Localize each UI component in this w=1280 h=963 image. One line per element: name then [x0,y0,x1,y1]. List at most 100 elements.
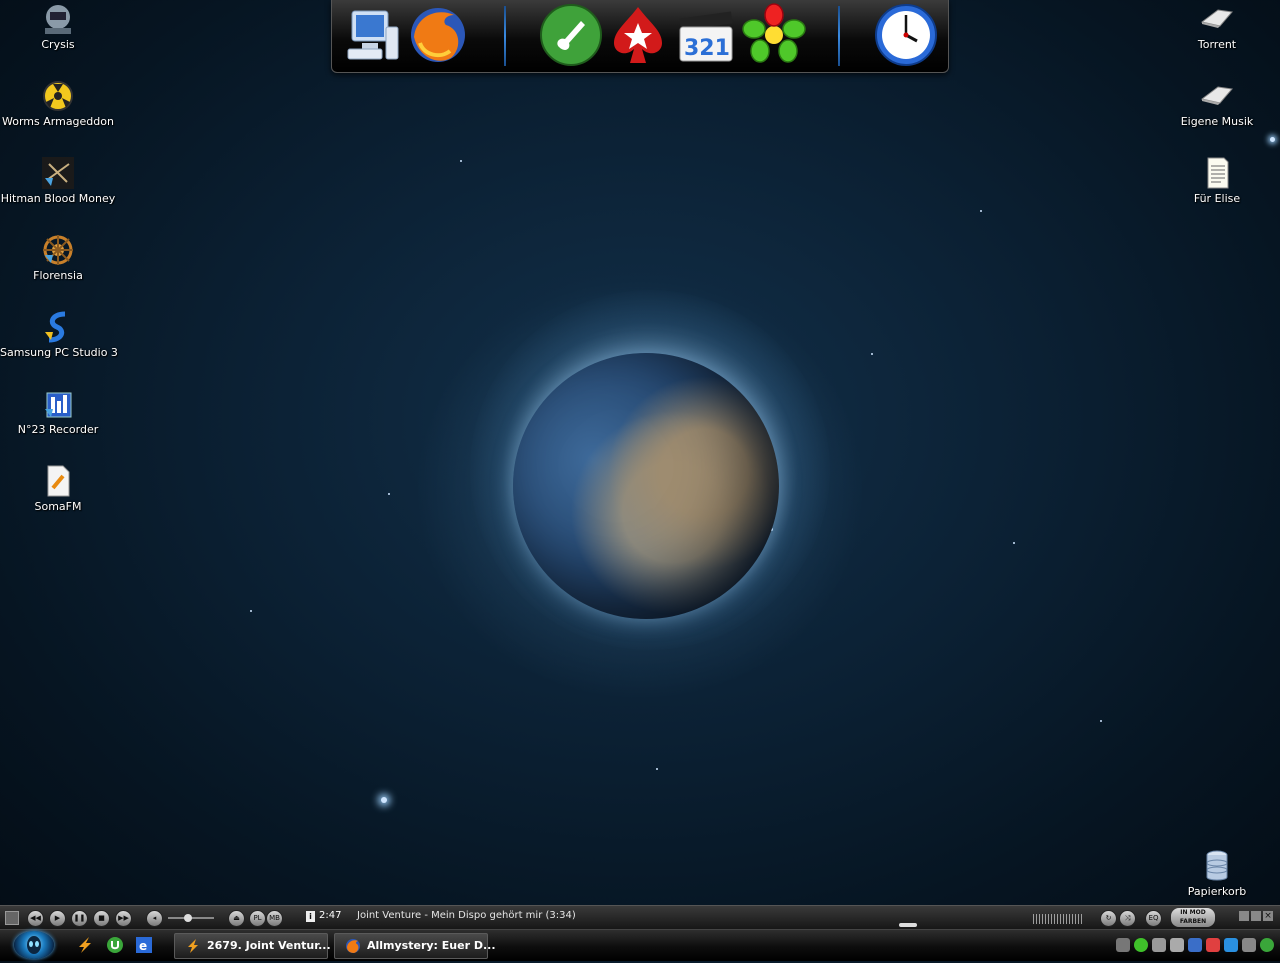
desktop-icon-hitman-blood-money[interactable]: Hitman Blood Money [0,156,116,205]
start-button[interactable] [14,931,54,959]
firefox-icon [346,939,360,953]
star [656,768,658,770]
desktop-icon-label: Papierkorb [1187,885,1247,898]
eject-icon: ⏏ [233,914,240,922]
dock-bar: 321 [331,0,949,73]
desktop-icon-florensia[interactable]: Florensia [0,233,116,282]
desktop-icon-torrent[interactable]: Torrent [1159,2,1275,51]
desktop-icon-papierkorb[interactable]: Papierkorb [1159,849,1275,898]
taskbar-task-firefox[interactable]: Allmystery: Euer D... [334,933,496,959]
equalizer-button[interactable]: EQ [1145,910,1162,927]
desktop-icon-label: Florensia [33,269,83,282]
utorrent-tray-icon[interactable] [1260,938,1274,952]
quick-launch-utorrent[interactable] [105,935,125,955]
dock-separator [838,6,840,66]
media-browser-button[interactable]: MB [266,910,283,927]
seek-bar-handle[interactable] [899,923,917,927]
dock-separator [504,6,506,66]
star [1270,137,1275,142]
network-tray-icon[interactable] [1152,938,1166,952]
tray-app-icon[interactable] [1116,938,1130,952]
quick-launch-ie[interactable]: e [134,935,154,955]
firefox-icon[interactable] [406,3,470,67]
svg-text:e: e [139,939,147,953]
samsung-icon [41,310,75,344]
tray-app-icon[interactable] [1170,938,1184,952]
crysis-icon [41,2,75,36]
repeat-icon: ↻ [1105,914,1112,922]
repeat-button[interactable]: ↻ [1100,910,1117,927]
shade-player-icon[interactable] [1251,911,1261,921]
eject-button[interactable]: ⏏ [228,910,245,927]
star [381,797,387,803]
media-browser-label: MB [269,914,280,922]
volume-slider-handle[interactable] [184,914,192,922]
desktop-icon-label: Samsung PC Studio 3 [0,346,118,359]
next-button[interactable]: ▶▶ [115,910,132,927]
florensia-icon [41,233,75,267]
desktop-icon-somafm[interactable]: SomaFM [0,464,116,513]
volume-button[interactable]: ◂ [146,910,163,927]
desktop-icon-fur-elise[interactable]: Für Elise [1159,156,1275,205]
utorrent-icon [107,937,123,953]
shuffle-icon: ⤨ [1124,914,1131,922]
desktop-icon-label: Crysis [41,38,75,51]
skin-tag-bottom: FARBEN [1179,918,1207,925]
minimize-player-icon[interactable] [1239,911,1249,921]
desktop-icon-crysis[interactable]: Crysis [0,2,116,51]
stop-icon: ■ [98,914,105,922]
guitar-icon[interactable] [539,3,603,67]
volume-tray-icon[interactable] [1206,938,1220,952]
recycle-bin-icon [1200,849,1234,883]
previous-button[interactable]: ◀◀ [27,910,44,927]
somafm-icon [41,464,75,498]
play-icon: ▶ [54,914,61,922]
info-icon[interactable]: i [306,911,315,922]
desktop-icon-eigene-musik[interactable]: Eigene Musik [1159,79,1275,128]
icq-icon[interactable] [742,3,806,67]
star [1013,542,1015,544]
pause-button[interactable]: ❚❚ [71,910,88,927]
spectrum-visualizer [1033,914,1083,924]
player-menu-icon[interactable] [5,911,19,925]
desktop-icon-label: Torrent [1197,38,1237,51]
icq-tray-icon[interactable] [1134,938,1148,952]
display-tray-icon[interactable] [1188,938,1202,952]
folder-icon [1200,2,1234,36]
tray-app-icon[interactable] [1224,938,1238,952]
my-computer-icon[interactable] [340,3,404,67]
desktop-icon-label: SomaFM [34,500,82,513]
desktop-icon-n23-recorder[interactable]: N°23 Recorder [0,387,116,436]
skin-tag-top: IN MOD [1180,909,1206,916]
quick-launch-winamp[interactable] [75,935,95,955]
clock-icon[interactable] [874,3,938,67]
desktop-icon-label: Hitman Blood Money [0,192,116,205]
desktop-icon-worms-armageddon[interactable]: Worms Armageddon [0,79,116,128]
playlist-button[interactable]: PL [249,910,266,927]
taskbar-task-winamp[interactable]: 2679. Joint Ventur... [174,933,331,959]
next-icon: ▶▶ [118,914,129,922]
close-player-icon[interactable]: × [1263,911,1273,921]
taskbar: e 2679. Joint Ventur... Allmystery: Euer… [0,929,1280,961]
winamp-icon [79,937,91,953]
track-time: 2:47 [319,910,342,921]
pokerstars-icon[interactable] [606,3,670,67]
desktop-icon-label: Eigene Musik [1180,115,1254,128]
taskbar-task-label: 2679. Joint Ventur... [207,939,331,952]
desktop-icon-samsung-pc-studio-3[interactable]: Samsung PC Studio 3 [0,310,118,359]
shuffle-button[interactable]: ⤨ [1119,910,1136,927]
stop-button[interactable]: ■ [93,910,110,927]
equalizer-label: EQ [1148,914,1159,922]
pause-icon: ❚❚ [73,914,86,922]
earth-wallpaper [513,353,779,619]
track-title: Joint Venture - Mein Dispo gehört mir (3… [357,910,576,921]
play-button[interactable]: ▶ [49,910,66,927]
desktop-icon-label: Für Elise [1193,192,1241,205]
volume-slider[interactable] [168,914,214,922]
media-player-classic-icon[interactable]: 321 [674,3,738,67]
desktop-icon-label: Worms Armageddon [2,115,114,128]
playlist-label: PL [253,914,262,922]
tray-app-icon[interactable] [1242,938,1256,952]
skin-tag[interactable]: IN MOD FARBEN [1171,908,1215,927]
hitman-icon [41,156,75,190]
